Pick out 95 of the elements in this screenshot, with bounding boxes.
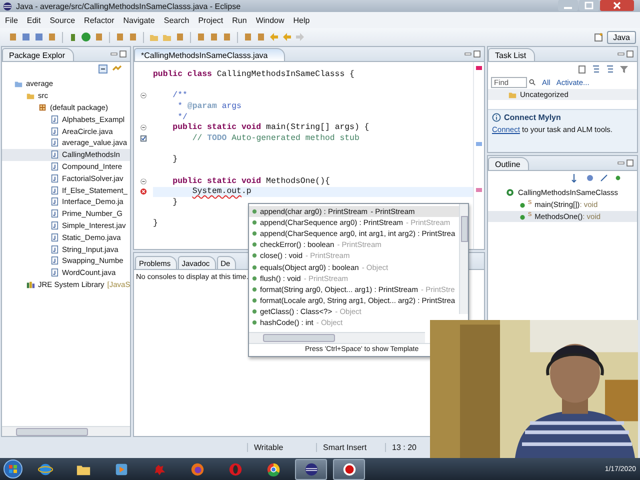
toolbar-print-icon[interactable] xyxy=(47,32,57,42)
dot-icon xyxy=(252,242,257,248)
start-button[interactable] xyxy=(3,459,23,479)
java-file-icon xyxy=(50,186,59,195)
dot-icon xyxy=(252,253,257,258)
dot-icon xyxy=(252,298,257,303)
menu-item[interactable]: Window xyxy=(256,16,284,24)
java-file-icon xyxy=(50,197,59,206)
folder-icon xyxy=(26,91,35,100)
java-file-icon xyxy=(50,209,59,218)
minimize-icon[interactable] xyxy=(464,50,472,58)
code-line: public class CallingMethodsInSameClasss { xyxy=(153,70,354,79)
open-perspective-icon[interactable] xyxy=(594,32,604,42)
menu-item[interactable]: Refactor xyxy=(84,16,114,24)
window-title: Java - average/src/CallingMethodsInSameClasss.java - Eclipse xyxy=(16,2,241,10)
perspective-button[interactable]: Java xyxy=(607,30,636,44)
java-file-icon xyxy=(50,126,59,136)
dot-icon xyxy=(252,231,257,236)
menu-item[interactable]: Help xyxy=(293,16,310,24)
menu-item[interactable]: Navigate xyxy=(123,16,155,24)
code-line: } xyxy=(172,155,178,164)
java-file-icon xyxy=(50,232,59,242)
java-file-icon xyxy=(50,256,59,266)
new-task-icon[interactable] xyxy=(577,64,587,74)
fold-icon[interactable] xyxy=(140,124,147,132)
categorized-icon[interactable] xyxy=(591,64,601,74)
java-file-icon xyxy=(50,220,59,230)
maximize-icon[interactable] xyxy=(119,50,127,58)
class-icon xyxy=(506,188,515,198)
menu-item[interactable]: Project xyxy=(198,16,224,24)
java-file-icon xyxy=(50,150,59,160)
view-tab[interactable]: Outline xyxy=(488,157,530,170)
code-line: */ xyxy=(176,112,188,122)
toolbar-bug-icon[interactable] xyxy=(68,32,78,42)
java-file-icon xyxy=(50,268,59,278)
horizontal-scrollbar[interactable] xyxy=(249,332,425,343)
package-icon xyxy=(38,102,47,112)
mylyn-title: Connect Mylyn xyxy=(504,113,561,122)
dot-icon[interactable] xyxy=(613,173,623,183)
editor-tab[interactable]: *CallingMethodsInSameClasss.java xyxy=(134,48,285,61)
menu-item[interactable]: Search xyxy=(164,16,190,24)
minimize-icon[interactable] xyxy=(110,50,118,58)
maximize-icon[interactable] xyxy=(579,0,599,11)
horizontal-scrollbar[interactable] xyxy=(2,426,130,436)
java-file-icon xyxy=(50,244,59,254)
dot-icon xyxy=(252,220,257,226)
dot-icon xyxy=(252,308,257,314)
status-insert: Smart Insert xyxy=(316,443,385,452)
dot-icon xyxy=(252,209,257,214)
dot-icon xyxy=(252,320,257,325)
maximize-icon[interactable] xyxy=(626,159,634,167)
maximize-icon[interactable] xyxy=(626,50,634,58)
status-mode: Writable xyxy=(247,443,316,452)
vertical-scrollbar[interactable] xyxy=(459,204,468,314)
dot-icon xyxy=(252,264,257,270)
project-folder-icon xyxy=(14,79,23,88)
maximize-icon[interactable] xyxy=(473,50,481,58)
code-line: public static void main(String[] args) { xyxy=(172,123,370,132)
search-icon[interactable] xyxy=(529,79,536,86)
close-icon[interactable] xyxy=(600,0,634,11)
minimize-icon[interactable] xyxy=(617,50,625,58)
folder-icon xyxy=(508,90,517,99)
code-line: } xyxy=(153,219,158,228)
fold-icon[interactable] xyxy=(140,92,147,100)
code-line: // TODO Auto-generated method stub xyxy=(191,134,360,143)
fold-icon[interactable] xyxy=(140,178,147,185)
toolbar-run-icon[interactable] xyxy=(81,32,91,42)
panel-tab[interactable]: Package Explor xyxy=(2,48,74,61)
java-file-icon xyxy=(50,174,59,183)
minimize-icon[interactable] xyxy=(617,159,625,167)
view-tab[interactable]: Task List xyxy=(488,48,536,61)
dot-icon xyxy=(518,200,527,210)
java-file-icon xyxy=(50,138,59,148)
code-line: * @param args xyxy=(176,102,242,111)
code-line: /** xyxy=(172,91,188,100)
dot-icon xyxy=(252,286,257,292)
minimize-icon[interactable] xyxy=(558,0,578,11)
dot-icon xyxy=(252,276,257,281)
java-file-icon xyxy=(50,162,59,171)
menu-item[interactable]: Run xyxy=(232,16,247,24)
code-line: } xyxy=(172,198,178,208)
menu-item[interactable]: Source xyxy=(50,16,76,24)
java-file-icon xyxy=(50,114,59,124)
books-icon xyxy=(26,280,35,289)
menu-item[interactable]: File xyxy=(5,16,18,24)
filter-icon[interactable] xyxy=(619,64,629,74)
static-mark: S xyxy=(528,200,532,206)
code-line: System.out.p xyxy=(191,187,252,196)
record-icon[interactable] xyxy=(333,458,365,480)
eclipse-icon xyxy=(3,2,12,10)
collapse-all-icon[interactable] xyxy=(98,64,108,74)
code-line: public static void MethodsOne(){ xyxy=(172,176,330,186)
menu-item[interactable]: Edit xyxy=(26,16,41,24)
info-icon xyxy=(492,113,501,122)
static-mark: S xyxy=(528,212,532,218)
